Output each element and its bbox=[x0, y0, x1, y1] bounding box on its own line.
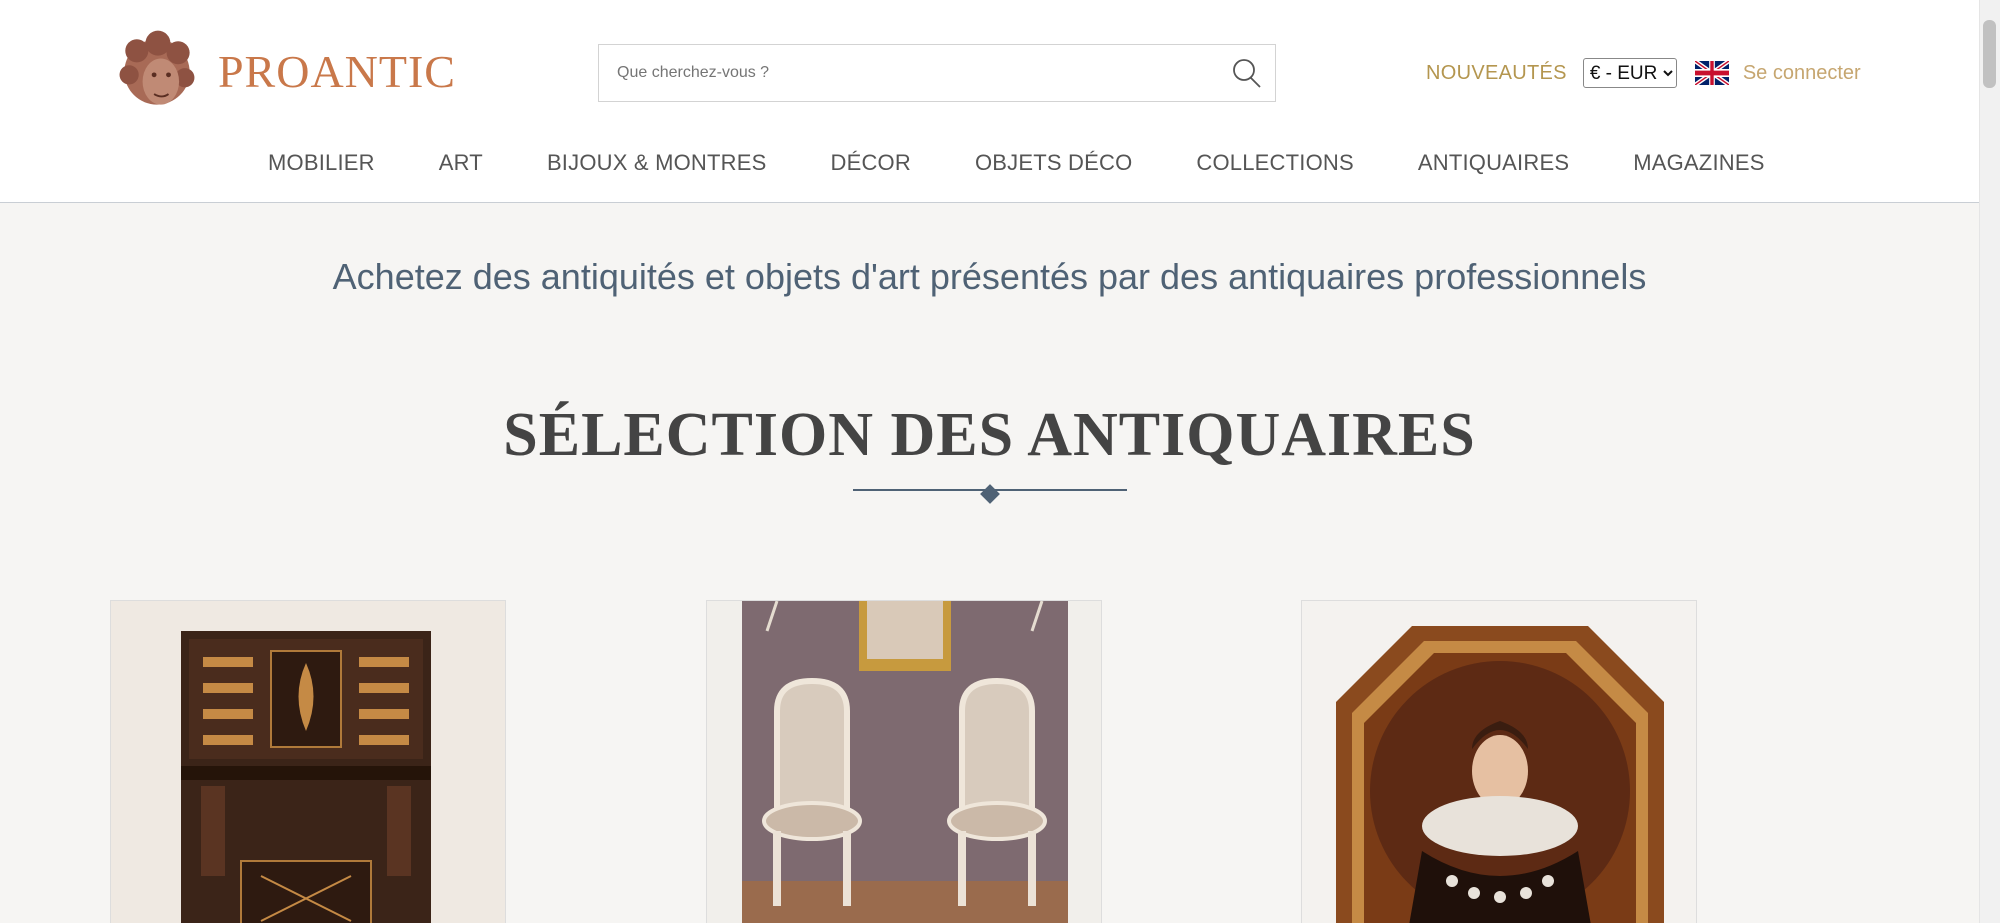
antiquaires-selection bbox=[108, 600, 1848, 923]
nav-item-art[interactable]: ART bbox=[439, 150, 483, 176]
logo-text: PROANTIC bbox=[217, 45, 456, 97]
search-bar bbox=[598, 44, 1276, 102]
nav-item-collections[interactable]: COLLECTIONS bbox=[1196, 150, 1353, 176]
nouveautes-link[interactable]: NOUVEAUTÉS bbox=[1426, 62, 1567, 85]
section-title: SÉLECTION DES ANTIQUAIRES bbox=[503, 401, 1476, 469]
site-logo[interactable]: PROANTIC bbox=[108, 20, 456, 122]
nav-item-magazines[interactable]: MAGAZINES bbox=[1633, 150, 1764, 176]
product-card[interactable] bbox=[706, 600, 1102, 923]
nav-item-antiquaires[interactable]: ANTIQUAIRES bbox=[1418, 150, 1569, 176]
login-link[interactable]: Se connecter bbox=[1743, 62, 1861, 85]
nav-item-mobilier[interactable]: MOBILIER bbox=[268, 150, 375, 176]
search-icon[interactable] bbox=[1217, 44, 1275, 102]
currency-select[interactable]: € - EUR bbox=[1582, 58, 1677, 88]
main-nav: MOBILIER ART BIJOUX & MONTRES DÉCOR OBJE… bbox=[108, 124, 1848, 202]
title-divider-ornament bbox=[980, 484, 1000, 504]
uk-flag-icon[interactable] bbox=[1694, 61, 1729, 85]
page-tagline: Achetez des antiquités et objets d'art p… bbox=[332, 256, 1647, 297]
page-scrollbar[interactable] bbox=[1979, 0, 2000, 923]
logo-head-icon bbox=[119, 30, 195, 105]
site-header: PROANTIC NOUVEAUTÉS € - EUR Se connecter… bbox=[0, 0, 1979, 203]
nav-item-decor[interactable]: DÉCOR bbox=[831, 150, 911, 176]
nav-item-bijoux-montres[interactable]: BIJOUX & MONTRES bbox=[547, 150, 767, 176]
product-card[interactable] bbox=[1301, 600, 1697, 923]
product-image-cabinet bbox=[111, 601, 505, 923]
product-image-chairs bbox=[707, 601, 1101, 923]
product-card[interactable] bbox=[110, 600, 506, 923]
product-image-portrait bbox=[1302, 601, 1696, 923]
scrollbar-thumb[interactable] bbox=[1983, 20, 1996, 88]
search-input[interactable] bbox=[599, 45, 1217, 101]
nav-item-objets-deco[interactable]: OBJETS DÉCO bbox=[975, 150, 1132, 176]
top-right-controls: NOUVEAUTÉS € - EUR Se connecter bbox=[1426, 56, 1861, 90]
